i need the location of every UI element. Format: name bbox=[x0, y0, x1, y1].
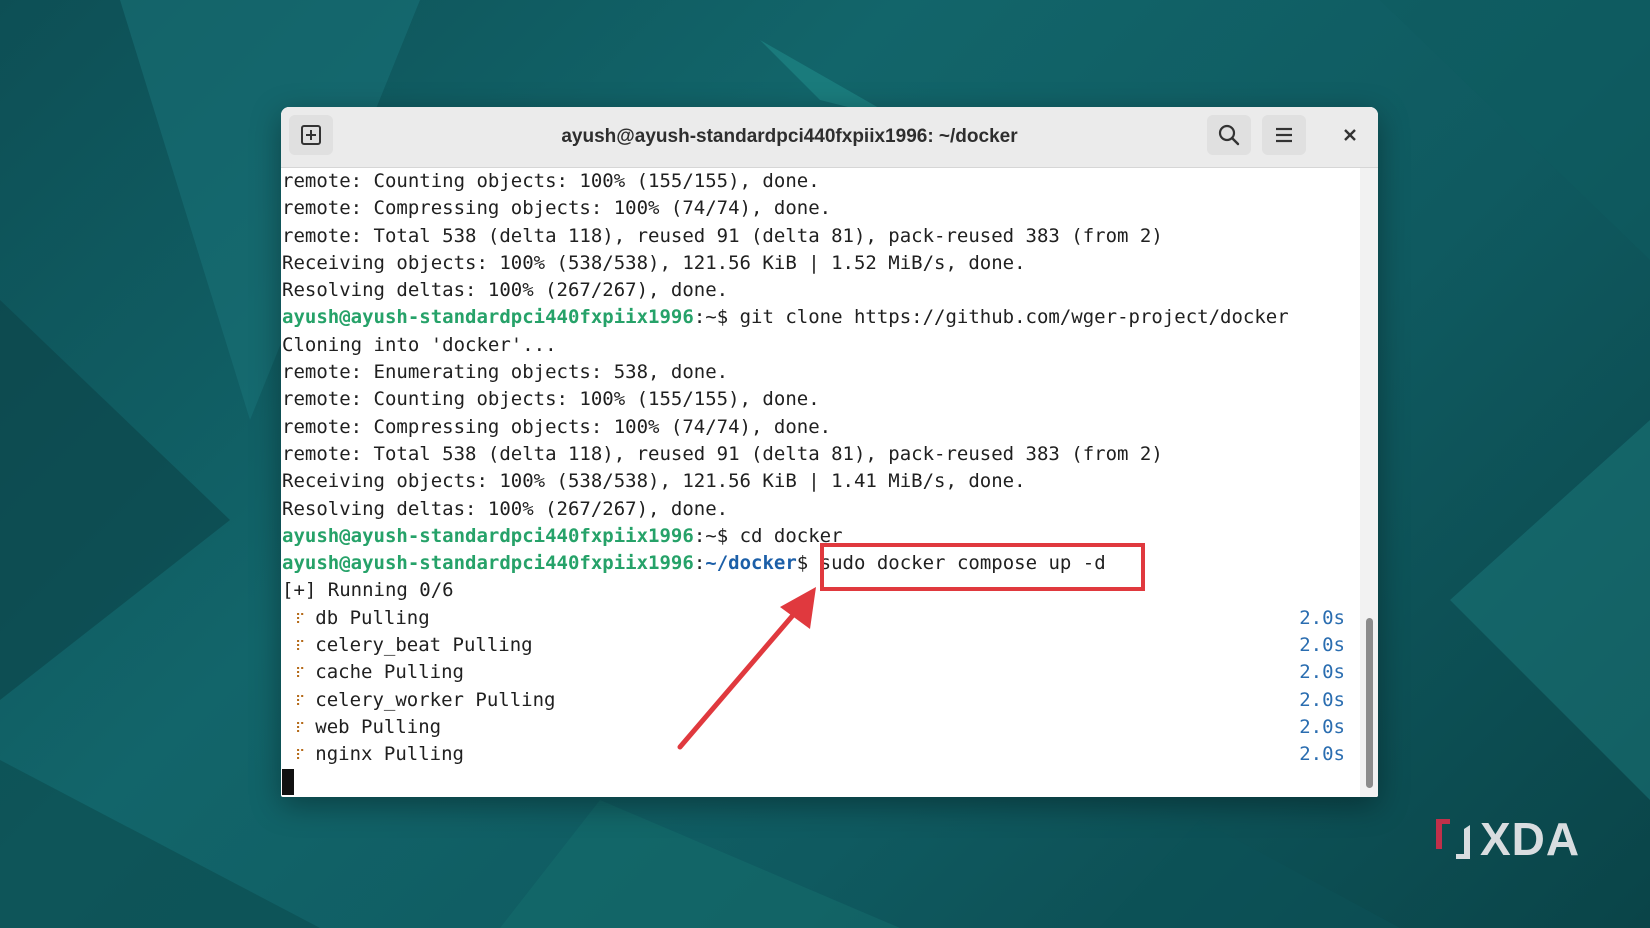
prompt-line: ayush@ayush-standardpci440fxpiix1996:~/d… bbox=[281, 550, 1360, 577]
pull-row: ⠏ nginx Pulling 2.0s bbox=[281, 741, 1360, 768]
command-text: cd docker bbox=[739, 524, 843, 547]
watermark-text: XDA bbox=[1480, 813, 1581, 865]
prompt-path: ~/docker bbox=[705, 552, 797, 575]
output-line: remote: Counting objects: 100% (155/155)… bbox=[282, 170, 820, 192]
output-line: Resolving deltas: 100% (267/267), done. bbox=[282, 497, 729, 520]
pull-row: ⠏ web Pulling 2.0s bbox=[281, 714, 1360, 741]
prompt-separator: :~$ bbox=[693, 306, 740, 329]
menu-button[interactable] bbox=[1262, 115, 1306, 155]
text-cursor bbox=[282, 769, 294, 796]
close-icon bbox=[1344, 129, 1356, 141]
new-tab-button[interactable] bbox=[289, 115, 333, 155]
pull-label: celery_beat Pulling bbox=[315, 634, 533, 657]
prompt-separator: :~$ bbox=[693, 524, 740, 547]
output-line: remote: Total 538 (delta 118), reused 91… bbox=[282, 442, 1163, 465]
window-title: ayush@ayush-standardpci440fxpiix1996: ~/… bbox=[561, 126, 1018, 147]
spinner-icon: ⠏ bbox=[295, 748, 306, 765]
hamburger-menu-icon bbox=[1276, 127, 1292, 143]
prompt-user: ayush@ayush-standardpci440fxpiix1996 bbox=[282, 524, 694, 547]
spinner-icon: ⠏ bbox=[295, 611, 306, 628]
close-button[interactable] bbox=[1334, 119, 1366, 151]
pull-time: 2.0s bbox=[1299, 661, 1345, 684]
pull-time: 2.0s bbox=[1299, 743, 1345, 766]
output-line: remote: Counting objects: 100% (155/155)… bbox=[282, 388, 820, 411]
search-button[interactable] bbox=[1207, 115, 1251, 155]
running-status: [+] Running 0/6 bbox=[282, 579, 454, 602]
spinner-icon: ⠏ bbox=[295, 639, 306, 656]
pull-row: ⠏ cache Pulling 2.0s bbox=[281, 659, 1360, 686]
new-tab-icon bbox=[301, 125, 321, 145]
cursor-line bbox=[281, 769, 1360, 796]
pull-row: ⠏ celery_worker Pulling 2.0s bbox=[281, 687, 1360, 714]
prompt-line: ayush@ayush-standardpci440fxpiix1996:~$ … bbox=[281, 523, 1360, 550]
prompt-user: ayush@ayush-standardpci440fxpiix1996 bbox=[282, 552, 694, 575]
pull-time: 2.0s bbox=[1299, 606, 1345, 629]
prompt-dollar: $ bbox=[796, 552, 820, 575]
pull-label: nginx Pulling bbox=[315, 743, 464, 766]
spinner-icon: ⠏ bbox=[295, 666, 306, 683]
scrollbar-thumb[interactable] bbox=[1366, 618, 1373, 788]
spinner-icon: ⠏ bbox=[295, 720, 306, 737]
prompt-separator: : bbox=[693, 552, 706, 575]
title-bar: ayush@ayush-standardpci440fxpiix1996: ~/… bbox=[281, 107, 1378, 168]
pull-time: 2.0s bbox=[1299, 688, 1345, 711]
xda-logo: XDA bbox=[1432, 812, 1580, 866]
pull-label: web Pulling bbox=[315, 715, 442, 738]
output-line: Receiving objects: 100% (538/538), 121.5… bbox=[282, 251, 1026, 274]
pull-time: 2.0s bbox=[1299, 715, 1345, 738]
xda-bracket-icon bbox=[1436, 819, 1470, 859]
command-text: sudo docker compose up -d bbox=[819, 552, 1106, 575]
pull-label: celery_worker Pulling bbox=[315, 688, 556, 711]
pull-label: db Pulling bbox=[315, 606, 430, 629]
spinner-icon: ⠏ bbox=[295, 693, 306, 710]
terminal-window: ayush@ayush-standardpci440fxpiix1996: ~/… bbox=[281, 107, 1378, 797]
pull-row: ⠏ celery_beat Pulling 2.0s bbox=[281, 632, 1360, 659]
pull-label: cache Pulling bbox=[315, 661, 464, 684]
output-line: remote: Enumerating objects: 538, done. bbox=[282, 361, 729, 384]
prompt-user: ayush@ayush-standardpci440fxpiix1996 bbox=[282, 306, 694, 329]
pull-time: 2.0s bbox=[1299, 634, 1345, 657]
output-line: remote: Compressing objects: 100% (74/74… bbox=[282, 197, 832, 220]
output-line: remote: Total 538 (delta 118), reused 91… bbox=[282, 224, 1163, 247]
scrollbar[interactable] bbox=[1360, 168, 1378, 797]
command-text: git clone https://github.com/wger-projec… bbox=[739, 306, 1289, 329]
output-line: Cloning into 'docker'... bbox=[282, 333, 557, 356]
pull-row: ⠏ db Pulling 2.0s bbox=[281, 605, 1360, 632]
terminal-output[interactable]: remote: Counting objects: 100% (155/155)… bbox=[281, 168, 1360, 797]
output-line: remote: Compressing objects: 100% (74/74… bbox=[282, 415, 832, 438]
prompt-line: ayush@ayush-standardpci440fxpiix1996:~$ … bbox=[281, 304, 1360, 331]
output-line: Receiving objects: 100% (538/538), 121.5… bbox=[282, 470, 1026, 493]
search-icon bbox=[1218, 124, 1240, 146]
output-line: Resolving deltas: 100% (267/267), done. bbox=[282, 279, 729, 302]
